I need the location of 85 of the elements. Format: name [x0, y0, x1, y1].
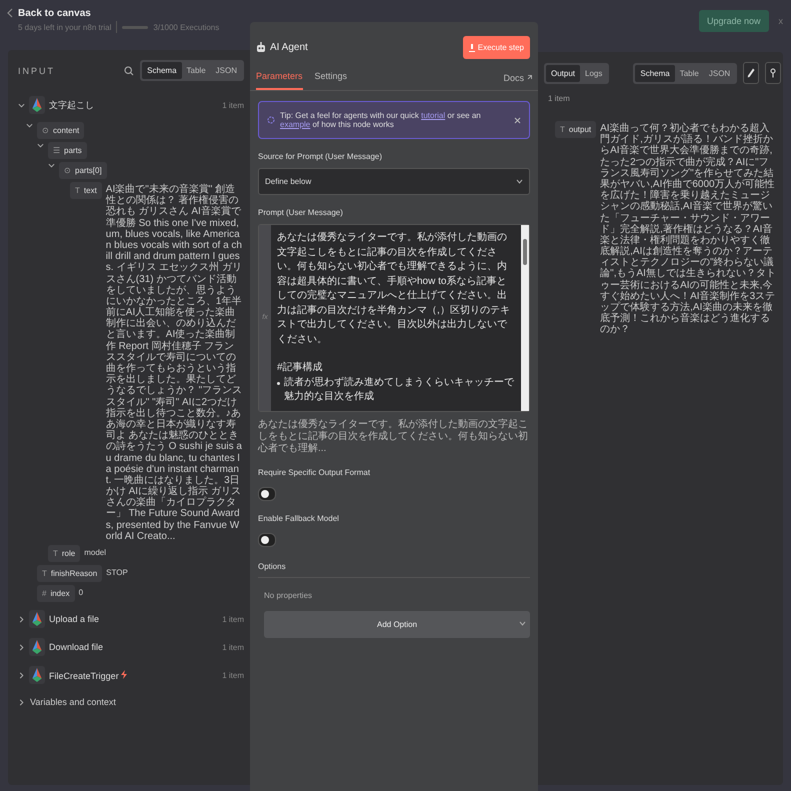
- view-tab[interactable]: Table: [182, 62, 211, 79]
- trial-notice: 5 days left in your n8n trial: [18, 22, 112, 32]
- field-label: Source for Prompt (User Message): [258, 152, 384, 161]
- view-tab[interactable]: Schema: [142, 62, 182, 79]
- prompt-paragraph: あなたは優秀なライターです。私が添付した動画の文字起こしをもとに記事の目次を作成してください。何も知らない初心者でも理解できるように、内容は超具体的に書いて、手順やhow to系なら記事としての完璧なマニュアルへと仕上げてください。出力は記事の目次だけを半角カンマ（,）区切りのテキストで出力してください。目次以外は出力しないでください。: [277, 231, 511, 346]
- back-link[interactable]: Back to canvas: [18, 8, 220, 19]
- external-link-icon: [526, 75, 532, 81]
- field-key[interactable]: T role: [48, 545, 80, 562]
- lightning-icon: [121, 670, 128, 678]
- pin-icon: [769, 68, 778, 78]
- tip-link[interactable]: tutorial: [421, 111, 446, 120]
- field-label: Require Specific Output Format: [258, 468, 372, 476]
- field-label: Prompt (User Message): [258, 208, 344, 217]
- field-key[interactable]: # index: [37, 585, 75, 602]
- field-value: 0: [78, 587, 84, 598]
- dropdown-caret-icon: [519, 620, 526, 626]
- view-tab[interactable]: JSON: [704, 64, 736, 82]
- spinner-icon: [267, 116, 275, 124]
- chevron-icon[interactable]: [18, 644, 25, 650]
- panel-title: INPUT: [17, 66, 56, 76]
- chevron-icon[interactable]: [18, 616, 25, 622]
- search-icon[interactable]: [124, 66, 134, 76]
- close-icon[interactable]: [514, 116, 521, 124]
- view-tab[interactable]: Table: [674, 64, 704, 82]
- panel-tab[interactable]: Settings: [314, 67, 348, 90]
- field-value: AI楽曲って何？初心者でもわかる超入門ガイド,ガリスが語る！バンド挫折からAI音楽で世界大会準優勝までの奇跡,たった2つの指示で曲が完成？AIに"フランス風寿司ソング"を作らせてみた結果がヤバい,AI作曲で6000万人が可能性を広げた！障害を乗り越えたミュージシャンの感動秘話,AI音楽で世界が驚いた「フューチャー・サウンド・アワード」完全解説,著作権はどうなる？AI音楽と法律・権利問題をわかりやすく徹底解説,AIは創造性を奪うのか？アーティストとテクノロジーの"終わらない議論",もうAI無しでは生きられない？タトゥー芸術におけるAIの可能性と未来,今すぐ始めたい人へ！AI音楽制作を3ステップで体験する方法,AI楽曲の未来を徹底予測！これから音楽はどう進化するのか？: [600, 122, 777, 336]
- source-select[interactable]: Define below: [258, 168, 530, 195]
- tip-link[interactable]: example: [280, 120, 310, 129]
- node-icon: [29, 638, 45, 656]
- item-count: 1 item: [222, 642, 244, 652]
- node-icon: [29, 96, 45, 114]
- pencil-icon: [747, 68, 756, 78]
- view-tab[interactable]: Logs: [580, 64, 608, 82]
- field-key[interactable]: T finishReason: [37, 565, 102, 582]
- chevron-icon[interactable]: [26, 122, 33, 129]
- robot-icon: [256, 42, 266, 53]
- prompt-field[interactable]: [258, 224, 530, 412]
- add-option-button[interactable]: Add Option: [264, 610, 530, 638]
- pin-button[interactable]: [765, 62, 782, 84]
- edit-button[interactable]: [743, 62, 760, 84]
- panel-tab[interactable]: Parameters: [256, 67, 303, 90]
- dropdown-caret-icon: [516, 179, 523, 184]
- section-title: Options: [258, 562, 530, 578]
- executions-count: 3/1000 Executions: [153, 22, 220, 32]
- node-name[interactable]: 文字起こし: [49, 100, 94, 110]
- node-icon: [29, 666, 45, 684]
- chevron-icon[interactable]: [37, 142, 44, 149]
- view-tab[interactable]: Output: [546, 64, 580, 82]
- field-label: Enable Fallback Model: [258, 514, 340, 522]
- chevron-icon[interactable]: [18, 672, 25, 678]
- node-title: AI Agent: [270, 42, 308, 53]
- executions-bar: [122, 26, 148, 28]
- toggle-switch[interactable]: [258, 486, 276, 500]
- field-value: AI楽曲で"未来の音楽賞" 創造性との関係は？ 著作権侵害の恐れも ガリスさん AI音楽賞で準優勝 So this one I've mixed, um, blues vocals, like American blues vocals with sort of a chill drill and drum pattern I guess. イギリス エセックス州 ガリスさん(31) かつてバンド活動をしていましたが、思うようにいかなかったところ、1年半前にAI人工知能を使った楽曲制作に出会い、のめり込んだと言います。AI使った楽曲制作 Report 岡村佳穂子 フランススタイルで寿司についての曲を作ってもらおうという指示を出しました。果たしてどうなるでしょうか？ "フランススタイル" "寿司" AIに2つだけ指示を出し待つこと数分。♪ああ海の幸と日本が織りなす寿司よ あなたは魅惑のひとときの詩をうたう O sushi je suis au drame du blanc, tu chantes la poésie d'un instant charmant. 一晩曲にはなりました。3日かけ AIに繰り返し指示 ガリスさんの楽曲「カイロプラクター」 The Future Sound Awards, presented by the Fanvue World AI Creato...: [106, 182, 244, 542]
- field-key[interactable]: ☰ parts: [48, 142, 87, 159]
- chevron-icon[interactable]: [48, 162, 55, 169]
- upgrade-button[interactable]: Upgrade now: [698, 10, 768, 32]
- node-name[interactable]: Upload a file: [49, 614, 100, 624]
- variables-section[interactable]: Variables and context: [30, 697, 116, 707]
- item-count: 1 item: [222, 614, 244, 624]
- field-value: model: [84, 547, 108, 558]
- field-value: STOP: [106, 567, 129, 578]
- item-count: 1 item: [222, 100, 244, 110]
- field-key[interactable]: ⊙ parts[0]: [59, 162, 107, 179]
- docs-link[interactable]: Docs: [503, 73, 532, 90]
- tip-text: Tip: Get a feel for agents with our quick tutorial or see an example of how this node works: [280, 111, 482, 129]
- scrollbar[interactable]: [521, 225, 529, 410]
- prompt-bullet: 読者が思わず読み進めてしまうくらいキャッチーで魅力的な目次を作成: [284, 376, 515, 404]
- empty-message: No properties: [263, 590, 314, 600]
- node-icon: [29, 610, 45, 628]
- view-tab[interactable]: JSON: [210, 62, 242, 79]
- item-count: 1 item: [547, 94, 571, 103]
- node-name[interactable]: FileCreateTrigger: [49, 670, 119, 680]
- field-key[interactable]: T text: [70, 182, 102, 199]
- node-name[interactable]: Download file: [49, 642, 104, 652]
- prompt-heading: #記事構成: [277, 361, 324, 375]
- field-key[interactable]: T output: [555, 121, 596, 138]
- field-key[interactable]: ⊙ content: [37, 122, 84, 139]
- view-tab[interactable]: Schema: [635, 64, 675, 82]
- bullet-icon: [277, 382, 280, 384]
- chevron-icon[interactable]: [18, 102, 25, 108]
- prompt-preview: あなたは優秀なライターです。私が添付した動画の文字起こしをもとに記事の目次を作成してください。何も知らない初心者でも理解...: [258, 418, 529, 454]
- item-count: 1 item: [222, 670, 244, 680]
- chevron-icon[interactable]: [18, 698, 25, 706]
- toggle-switch[interactable]: [258, 532, 276, 546]
